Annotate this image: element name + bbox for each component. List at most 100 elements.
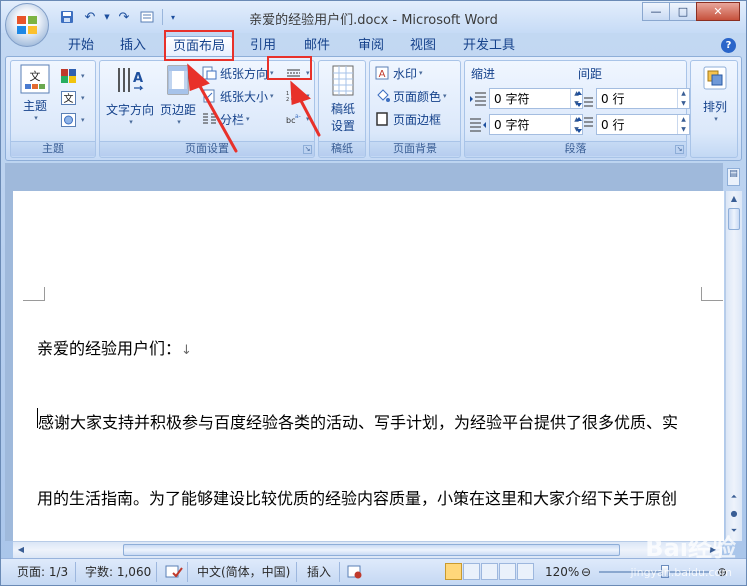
draft-settings-button[interactable]: 稿纸 设置 bbox=[323, 65, 363, 134]
scroll-up-icon[interactable]: ▲ bbox=[726, 191, 742, 207]
view-ruler-icon[interactable]: ▤ bbox=[727, 168, 740, 186]
macro-record-icon[interactable] bbox=[347, 564, 363, 580]
language-indicator[interactable]: 中文(简体，中国) bbox=[197, 564, 290, 580]
document-line-text: 亲爱的经验用户们： bbox=[37, 339, 182, 358]
svg-text:文: 文 bbox=[30, 69, 41, 83]
spacing-before-spinner[interactable]: 0 行 ▲ ▼ bbox=[596, 88, 690, 109]
page-border-icon bbox=[376, 112, 388, 126]
margins-label: 页边距 bbox=[159, 103, 196, 117]
size-label: 纸张大小 bbox=[220, 89, 269, 104]
margin-mark-left bbox=[23, 287, 45, 301]
hyphenation-icon: bc a- bbox=[286, 113, 301, 125]
spacing-before-value: 0 行 bbox=[601, 92, 625, 106]
draft-view-button[interactable] bbox=[517, 563, 534, 580]
minimize-button[interactable]: — bbox=[642, 2, 670, 21]
indent-heading: 缩进 bbox=[471, 67, 496, 81]
svg-text:文: 文 bbox=[64, 92, 74, 105]
tab-view[interactable]: 视图 bbox=[403, 36, 443, 57]
spacing-before-icon bbox=[576, 91, 593, 107]
theme-group-label: 主题 bbox=[11, 141, 95, 156]
zoom-level[interactable]: 120% bbox=[545, 564, 579, 580]
size-button[interactable]: 纸张大小 ▾ bbox=[202, 87, 274, 105]
outline-view-button[interactable] bbox=[499, 563, 516, 580]
office-button[interactable] bbox=[5, 3, 49, 47]
dropdown-icon: ▾ bbox=[419, 69, 423, 77]
horizontal-scrollbar[interactable]: ◀ ▶ bbox=[13, 541, 722, 558]
maximize-button[interactable]: □ bbox=[669, 2, 697, 21]
tab-review[interactable]: 审阅 bbox=[351, 36, 391, 57]
dropdown-icon: ▾ bbox=[306, 115, 310, 123]
draft-settings-label-line1: 稿纸 bbox=[330, 102, 355, 116]
help-icon[interactable]: ? bbox=[721, 38, 736, 53]
paragraph-group-label: 段落 bbox=[465, 141, 686, 156]
orientation-button[interactable]: 纸张方向 ▾ bbox=[202, 64, 274, 82]
document-page[interactable]: 亲爱的经验用户们：↓ 感谢大家支持并积极参与百度经验各类的活动、写手计划，为经验… bbox=[13, 191, 724, 541]
page-color-button[interactable]: 页面颜色 ▾ bbox=[375, 87, 447, 105]
insert-mode[interactable]: 插入 bbox=[307, 564, 331, 580]
baidu-watermark: Bai经验 bbox=[645, 534, 736, 562]
tab-insert[interactable]: 插入 bbox=[113, 36, 153, 57]
spinner-arrows-icon[interactable]: ▲▼ bbox=[677, 115, 689, 134]
dropdown-icon: ▾ bbox=[443, 92, 447, 100]
word-count[interactable]: 字数: 1,060 bbox=[85, 564, 151, 580]
spacing-after-value: 0 行 bbox=[601, 118, 625, 132]
draft-paper-group-label: 稿纸 bbox=[319, 141, 365, 156]
tab-home[interactable]: 开始 bbox=[61, 36, 101, 57]
print-layout-view-button[interactable] bbox=[445, 563, 462, 580]
text-direction-label: 文字方向 bbox=[105, 103, 154, 117]
line-numbers-button[interactable]: 12 ▾ bbox=[286, 87, 310, 105]
close-button[interactable]: ✕ bbox=[696, 2, 740, 21]
vertical-scroll-thumb[interactable] bbox=[728, 208, 740, 230]
dropdown-icon: ▾ bbox=[81, 72, 85, 80]
vertical-scrollbar[interactable]: ▲ ⏶ ● ⏷ bbox=[725, 191, 742, 541]
theme-effects-button[interactable]: ▾ bbox=[61, 111, 85, 129]
theme-group: 文 主题 ▾ ▾ 文 ▾ ▾ 主题 bbox=[10, 60, 96, 158]
highlight-breaks-button bbox=[267, 56, 312, 80]
page-border-button[interactable]: 页面边框 bbox=[375, 110, 441, 128]
hyphenation-button[interactable]: bc a- ▾ bbox=[286, 110, 310, 128]
margins-button[interactable]: 页边距 ▾ bbox=[158, 64, 198, 126]
horizontal-scroll-thumb[interactable] bbox=[123, 544, 620, 556]
tab-references[interactable]: 引用 bbox=[243, 36, 283, 57]
page-count[interactable]: 页面: 1/3 bbox=[17, 564, 68, 580]
svg-text:A: A bbox=[379, 69, 386, 80]
web-layout-button[interactable] bbox=[481, 563, 498, 580]
spinner-arrows-icon[interactable]: ▲▼ bbox=[677, 89, 689, 108]
scroll-left-icon[interactable]: ◀ bbox=[13, 542, 29, 558]
theme-colors-button[interactable]: ▾ bbox=[61, 67, 85, 85]
arrange-button[interactable]: 排列 ▾ bbox=[695, 65, 735, 123]
watermark-button[interactable]: A 水印 ▾ bbox=[375, 64, 423, 82]
indent-left-spinner[interactable]: 0 字符 ▲▼ bbox=[489, 88, 583, 109]
dropdown-icon: ▾ bbox=[81, 94, 85, 102]
paragraph-dialog-launcher[interactable]: ↘ bbox=[675, 145, 684, 154]
columns-icon bbox=[203, 113, 216, 124]
page-setup-dialog-launcher[interactable]: ↘ bbox=[303, 145, 312, 154]
previous-page-icon[interactable]: ⏶ bbox=[726, 489, 742, 505]
watermark-icon: A bbox=[375, 66, 389, 80]
orientation-icon bbox=[202, 66, 217, 80]
text-direction-button[interactable]: A 文字方向 ▾ bbox=[104, 64, 156, 126]
zoom-out-icon[interactable]: ⊖ bbox=[581, 564, 591, 580]
theme-colors-icon bbox=[61, 69, 76, 83]
spacing-heading: 间距 bbox=[578, 67, 603, 81]
tab-mailings[interactable]: 邮件 bbox=[297, 36, 337, 57]
tab-developer[interactable]: 开发工具 bbox=[456, 36, 522, 57]
full-screen-reading-button[interactable] bbox=[463, 563, 480, 580]
size-icon bbox=[203, 89, 215, 103]
columns-button[interactable]: 分栏 ▾ bbox=[202, 110, 250, 128]
window-title: 亲爱的经验用户们.docx - Microsoft Word bbox=[249, 13, 498, 28]
document-line: 感谢大家支持并积极参与百度经验各类的活动、写手计划，为经验平台提供了很多优质、实 bbox=[38, 413, 679, 432]
svg-text:A: A bbox=[133, 71, 143, 86]
text-direction-icon: A bbox=[118, 68, 144, 92]
theme-icon: 文 bbox=[20, 64, 50, 94]
theme-fonts-button[interactable]: 文 ▾ bbox=[61, 89, 85, 107]
theme-button[interactable]: 文 主题 ▾ bbox=[15, 64, 55, 122]
select-browse-object-icon[interactable]: ● bbox=[726, 506, 742, 522]
theme-fonts-icon: 文 bbox=[61, 91, 76, 105]
spacing-after-spinner[interactable]: 0 行 ▲ ▼ bbox=[596, 114, 690, 135]
status-separator bbox=[187, 562, 188, 582]
indent-right-spinner[interactable]: 0 字符 ▲▼ bbox=[489, 114, 583, 135]
arrange-label: 排列 bbox=[702, 100, 727, 114]
theme-button-label: 主题 bbox=[22, 99, 47, 113]
proofing-icon[interactable] bbox=[165, 564, 183, 580]
